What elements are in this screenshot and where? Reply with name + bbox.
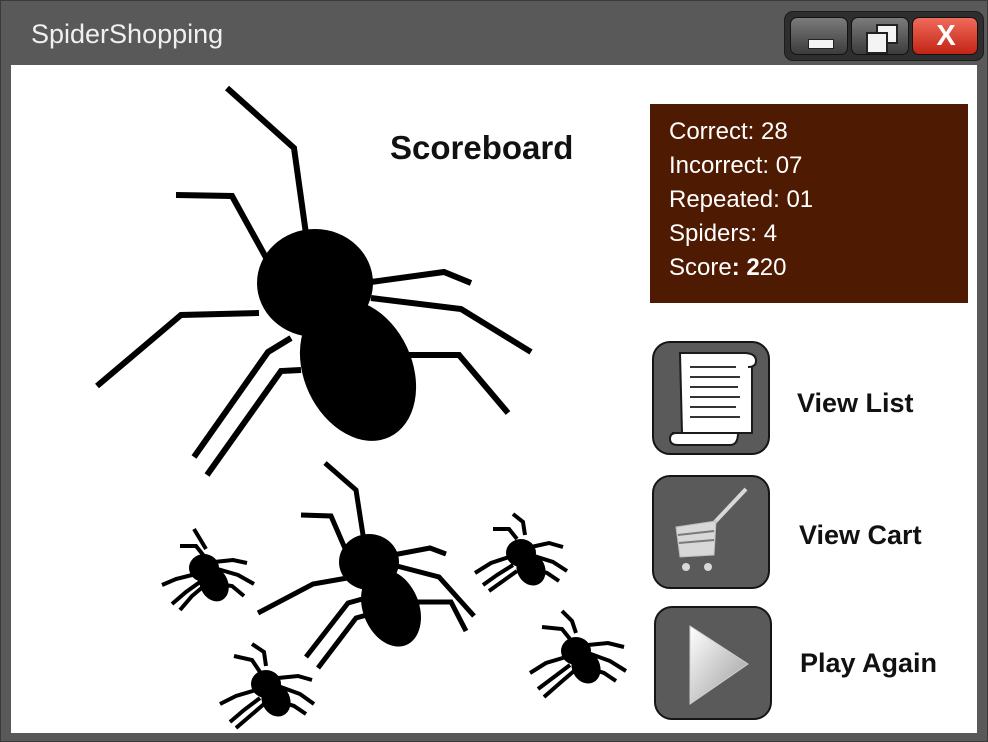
- close-button[interactable]: X: [912, 17, 978, 55]
- repeated-value: 01: [786, 186, 814, 213]
- score-row: Score: 220: [669, 251, 968, 285]
- medium-spider-icon: [256, 461, 476, 670]
- scoreboard-heading: Scoreboard: [390, 129, 574, 166]
- correct-label: Correct:: [669, 118, 755, 145]
- correct-value: 28: [761, 118, 788, 145]
- scroll-list-icon: [668, 352, 758, 446]
- play-again-label[interactable]: Play Again: [800, 648, 937, 679]
- incorrect-value: 07: [775, 152, 803, 179]
- incorrect-row: Incorrect: 07: [669, 149, 968, 183]
- incorrect-label: Incorrect:: [669, 152, 770, 179]
- minimize-button[interactable]: [790, 17, 848, 55]
- score-value: 20: [759, 254, 787, 281]
- shopping-cart-icon: [675, 487, 748, 571]
- correct-row: Correct: 28: [669, 115, 968, 149]
- spiders-row: Spiders: 4: [669, 217, 968, 251]
- score-label: Score: [669, 254, 732, 281]
- small-spider-icon: [473, 512, 569, 593]
- view-cart-button[interactable]: [652, 475, 770, 589]
- spiders-label: Spiders:: [669, 220, 758, 247]
- score-value-lead: 2: [746, 254, 760, 281]
- view-list-button[interactable]: [652, 341, 770, 455]
- app-window: SpiderShopping X Scoreboard Correct: 28 …: [0, 0, 988, 742]
- small-spider-icon: [528, 609, 628, 699]
- window-title: SpiderShopping: [31, 19, 224, 49]
- spiders-value: 4: [763, 220, 778, 247]
- view-cart-label[interactable]: View Cart: [799, 520, 922, 551]
- play-again-button[interactable]: [654, 606, 772, 720]
- window-controls: X: [784, 11, 984, 61]
- restore-icon: [866, 32, 888, 54]
- close-icon: X: [936, 20, 956, 52]
- score-separator: :: [731, 254, 740, 281]
- small-spider-icon: [219, 642, 316, 730]
- repeated-label: Repeated:: [669, 186, 780, 213]
- maximize-button[interactable]: [851, 17, 909, 55]
- view-list-label[interactable]: View List: [797, 388, 914, 419]
- small-spider-icon: [161, 527, 255, 612]
- minimize-icon: [808, 39, 834, 49]
- play-icon: [689, 625, 749, 705]
- repeated-row: Repeated: 01: [669, 183, 968, 217]
- title-bar[interactable]: SpiderShopping X: [1, 1, 988, 65]
- scoreboard-panel: Correct: 28 Incorrect: 07 Repeated: 01 S…: [650, 104, 968, 303]
